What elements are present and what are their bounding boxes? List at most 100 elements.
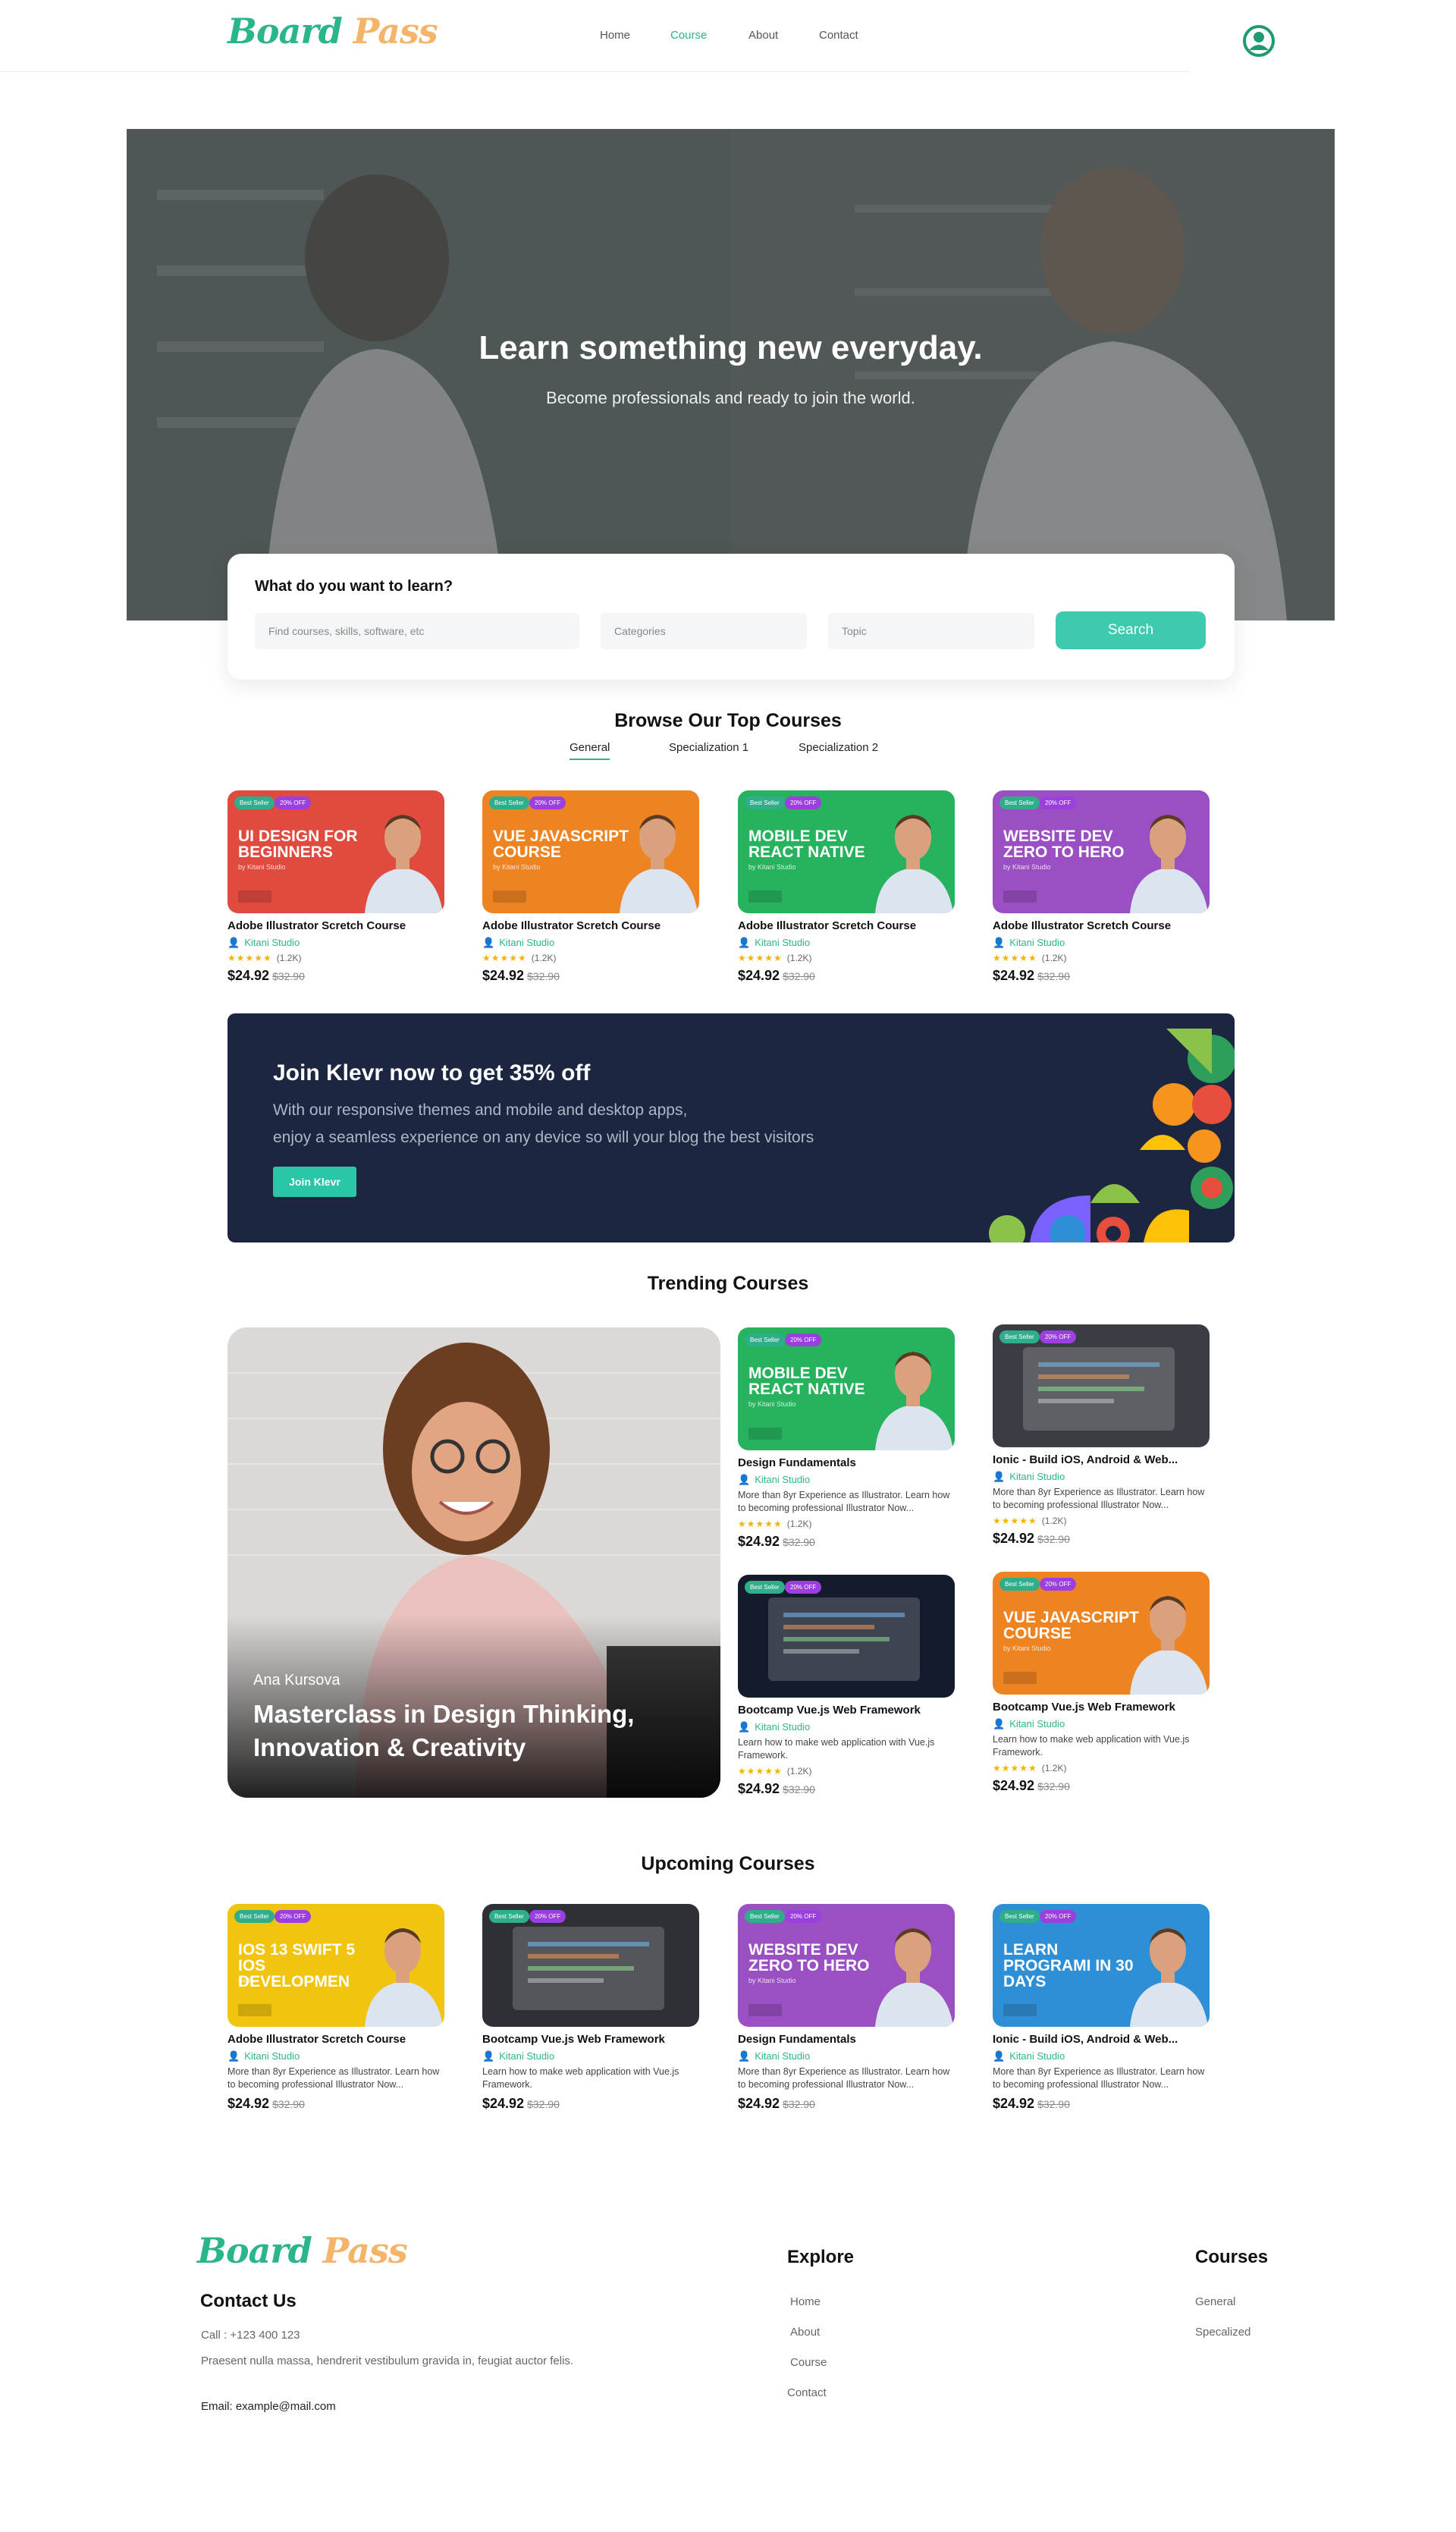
search-input[interactable]: [255, 613, 579, 649]
course-thumbnail: Best Seller 20% OFF IOS 13 SWIFT 5 IOS DEV…: [228, 1904, 444, 2027]
nav-course[interactable]: Course: [670, 29, 707, 42]
course-card[interactable]: Best Seller 20% OFF VUE JAVASCRIPT COURSE b…: [482, 790, 699, 984]
course-title[interactable]: Ionic - Build iOS, Android & Web...: [993, 2033, 1210, 2046]
logo[interactable]: Board Pass: [228, 11, 438, 52]
course-title[interactable]: Adobe Illustrator Scretch Course: [993, 919, 1210, 932]
promo-line-1: With our responsive themes and mobile an…: [273, 1101, 688, 1119]
footer-link-home[interactable]: Home: [790, 2295, 821, 2308]
course-title[interactable]: Design Fundamentals: [738, 2033, 955, 2046]
course-author[interactable]: 👤 Kitani Studio: [993, 1471, 1210, 1483]
star-rating: ★★★★★ (1.2K): [228, 953, 302, 963]
promo-line-2: enjoy a seamless experience on any devic…: [273, 1129, 814, 1146]
course-author[interactable]: 👤 Kitani Studio: [482, 2050, 699, 2062]
footer-logo-part-board: Board: [197, 2230, 312, 2271]
nav-about[interactable]: About: [748, 29, 778, 42]
search-panel: What do you want to learn? Search: [228, 554, 1235, 680]
original-price: $32.90: [1037, 1780, 1070, 1792]
footer-link-general[interactable]: General: [1195, 2295, 1235, 2308]
top-courses-title: Browse Our Top Courses: [614, 710, 842, 731]
instructor-portrait: [620, 815, 698, 913]
course-title[interactable]: Bootcamp Vue.js Web Framework: [738, 1704, 955, 1717]
course-price: $24.92 $32.90: [993, 2096, 1210, 2112]
course-title[interactable]: Design Fundamentals: [738, 1456, 955, 1469]
course-card[interactable]: Best Seller 20% OFF UI DESIGN FOR BEGINNER…: [228, 790, 444, 984]
course-author[interactable]: 👤 Kitani Studio: [228, 2050, 444, 2062]
course-card[interactable]: Best Seller 20% OFF Bootcamp Vue.js Web Fr…: [738, 1575, 955, 1797]
footer-link-about[interactable]: About: [790, 2326, 820, 2339]
footer-link-course[interactable]: Course: [790, 2356, 827, 2369]
author-name: Kitani Studio: [1009, 1718, 1065, 1729]
footer-link-contact[interactable]: Contact: [787, 2386, 827, 2399]
course-author[interactable]: 👤 Kitani Studio: [482, 937, 699, 949]
course-price: $24.92 $32.90: [482, 2096, 699, 2112]
course-description: Learn how to make web application with V…: [993, 1734, 1190, 1758]
thumbnail-title: LEARN PROGRAMI IN 30 DAYS: [1003, 1941, 1134, 1990]
nav-home[interactable]: Home: [600, 29, 630, 42]
thumbnail-title: VUE JAVASCRIPT COURSE: [493, 828, 629, 861]
course-card[interactable]: Best Seller 20% OFF WEBSITE DEV ZERO TO HE…: [738, 1904, 955, 2112]
course-card[interactable]: Best Seller 20% OFF MOBILE DEV REACT NATIV…: [738, 1327, 955, 1550]
thumbnail-subtitle: by Kitani Studio: [1003, 1645, 1051, 1652]
rating-count: (1.2K): [786, 953, 812, 963]
author-name: Kitani Studio: [755, 937, 811, 948]
course-card[interactable]: Best Seller 20% OFF VUE JAVASCRIPT COURSE b…: [993, 1572, 1210, 1794]
nav-contact[interactable]: Contact: [819, 29, 858, 42]
course-author[interactable]: 👤 Kitani Studio: [993, 2050, 1210, 2062]
course-card[interactable]: Best Seller 20% OFF LEARN PROGRAMI IN 30 D…: [993, 1904, 1210, 2112]
rating-count: (1.2K): [276, 953, 302, 963]
course-title[interactable]: Adobe Illustrator Scretch Course: [228, 919, 444, 932]
author-name: Kitani Studio: [1009, 2050, 1065, 2062]
author-name: Kitani Studio: [244, 937, 300, 948]
original-price: $32.90: [1037, 1533, 1070, 1545]
current-price: $24.92: [993, 1778, 1035, 1793]
logo-part-pass: Pass: [353, 11, 438, 52]
course-description: Learn how to make web application with V…: [738, 1737, 935, 1761]
search-button[interactable]: Search: [1056, 611, 1206, 649]
footer-logo[interactable]: Board Pass: [197, 2230, 408, 2271]
course-author[interactable]: 👤 Kitani Studio: [993, 937, 1210, 949]
course-author[interactable]: 👤 Kitani Studio: [738, 937, 955, 949]
author-name: Kitani Studio: [499, 2050, 555, 2062]
contact-phone: Call : +123 400 123: [201, 2329, 300, 2342]
featured-course-card[interactable]: Ana Kursova Masterclass in Design Thinki…: [228, 1327, 720, 1798]
categories-field[interactable]: [601, 613, 807, 649]
rating-count: (1.2K): [531, 953, 557, 963]
course-card[interactable]: Best Seller 20% OFF IOS 13 SWIFT 5 IOS DEV…: [228, 1904, 444, 2112]
course-title[interactable]: Adobe Illustrator Scretch Course: [738, 919, 955, 932]
course-author[interactable]: 👤 Kitani Studio: [738, 1474, 955, 1486]
current-price: $24.92: [993, 968, 1035, 983]
star-rating: ★★★★★ (1.2K): [738, 953, 812, 963]
best-seller-badge: Best Seller: [999, 796, 1040, 809]
promo-title: Join Klevr now to get 35% off: [273, 1060, 591, 1085]
tab-specialization-2[interactable]: Specialization 2: [799, 741, 878, 754]
course-price: $24.92 $32.90: [228, 968, 444, 984]
original-price: $32.90: [1037, 970, 1070, 982]
user-account-icon[interactable]: [1242, 24, 1276, 58]
discount-badge: 20% OFF: [785, 1581, 822, 1594]
course-title[interactable]: Bootcamp Vue.js Web Framework: [482, 2033, 699, 2046]
best-seller-badge: Best Seller: [999, 1578, 1040, 1591]
tab-specialization-1[interactable]: Specialization 1: [669, 741, 748, 754]
footer-link-specalized[interactable]: Specalized: [1195, 2326, 1250, 2339]
course-title[interactable]: Adobe Illustrator Scretch Course: [228, 2033, 444, 2046]
course-card[interactable]: Best Seller 20% OFF WEBSITE DEV ZERO TO HE…: [993, 790, 1210, 984]
course-author[interactable]: 👤 Kitani Studio: [738, 2050, 955, 2062]
course-title[interactable]: Bootcamp Vue.js Web Framework: [993, 1701, 1210, 1714]
join-klevr-button[interactable]: Join Klevr: [273, 1167, 356, 1197]
course-price: $24.92 $32.90: [993, 1531, 1210, 1547]
course-card[interactable]: Best Seller 20% OFF Bootcamp Vue.js Web Fr…: [482, 1904, 699, 2112]
course-title[interactable]: Adobe Illustrator Scretch Course: [482, 919, 699, 932]
thumbnail-subtitle: by Kitani Studio: [748, 863, 796, 871]
topic-field[interactable]: [828, 613, 1034, 649]
course-author[interactable]: 👤 Kitani Studio: [738, 1721, 955, 1733]
promo-banner: Join Klevr now to get 35% off With our r…: [228, 1013, 1235, 1242]
user-icon: 👤: [993, 937, 1006, 948]
user-icon: 👤: [993, 1471, 1006, 1482]
course-card[interactable]: Best Seller 20% OFF Ionic - Build iOS, And…: [993, 1324, 1210, 1547]
course-thumbnail: Best Seller 20% OFF MOBILE DEV REACT NATIV…: [738, 1327, 955, 1450]
course-author[interactable]: 👤 Kitani Studio: [993, 1718, 1210, 1730]
course-author[interactable]: 👤 Kitani Studio: [228, 937, 444, 949]
tab-general[interactable]: General: [570, 741, 610, 760]
course-card[interactable]: Best Seller 20% OFF MOBILE DEV REACT NATIV…: [738, 790, 955, 984]
course-title[interactable]: Ionic - Build iOS, Android & Web...: [993, 1453, 1210, 1466]
